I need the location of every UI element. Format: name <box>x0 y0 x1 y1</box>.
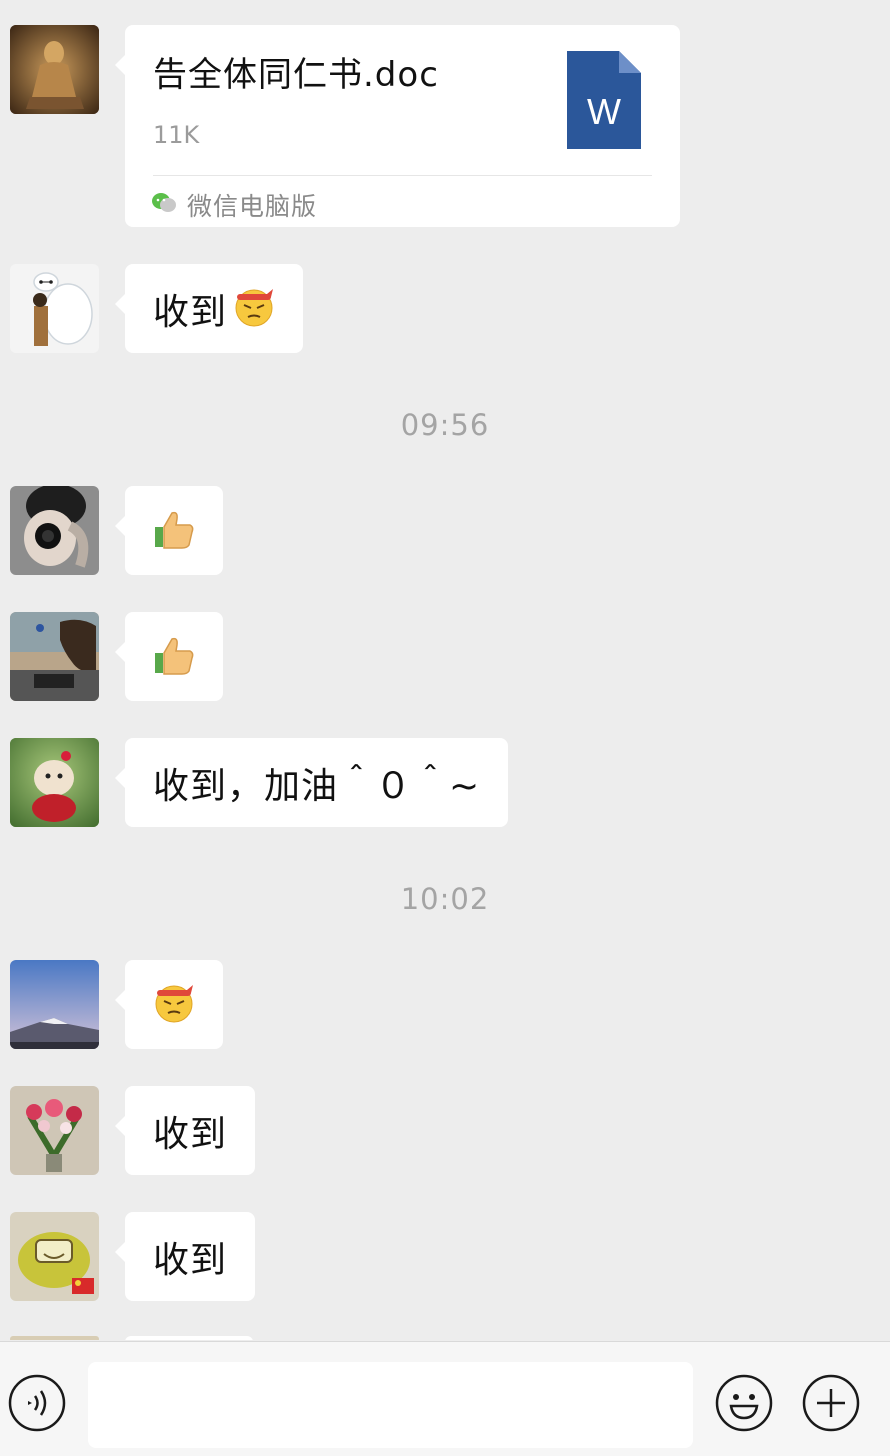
thumbs-up-emoji-icon <box>152 507 196 555</box>
avatar-partial <box>10 1336 99 1340</box>
timestamp: 10:02 <box>400 882 490 916</box>
avatar-horse-car[interactable] <box>10 612 99 701</box>
word-letter: W <box>587 91 621 132</box>
avatar-mountain[interactable] <box>10 960 99 1049</box>
avatar-photographer[interactable] <box>10 486 99 575</box>
avatar-baymax[interactable] <box>10 264 99 353</box>
emoji-bubble[interactable] <box>115 612 223 701</box>
text-bubble[interactable]: 收到 <box>114 1212 256 1301</box>
message-text: 收到 <box>153 291 228 333</box>
plus-icon <box>802 1374 860 1432</box>
avatar-cartoon-car[interactable] <box>10 1212 99 1301</box>
avatar-statue[interactable] <box>10 25 99 114</box>
message-text: 收到 <box>153 1239 228 1281</box>
text-bubble[interactable]: 收到，加油＾０＾~ <box>114 738 509 827</box>
voice-icon <box>8 1374 66 1432</box>
text-bubble[interactable]: 收到 <box>114 264 304 353</box>
frustrated-face-emoji-icon <box>233 286 275 332</box>
file-source: 微信电脑版 <box>151 187 317 223</box>
emoji-button[interactable] <box>715 1374 773 1432</box>
file-card-divider <box>153 175 652 176</box>
avatar-dog[interactable] <box>10 738 99 827</box>
text-bubble-partial <box>125 1336 253 1340</box>
file-source-label: 微信电脑版 <box>187 192 318 221</box>
voice-button[interactable] <box>8 1374 66 1432</box>
input-bar <box>0 1341 890 1456</box>
emoji-bubble[interactable] <box>115 486 223 575</box>
frustrated-face-emoji-icon <box>153 982 195 1028</box>
emoji-bubble[interactable] <box>115 960 223 1049</box>
thumbs-up-emoji-icon <box>152 633 196 681</box>
file-size: 11K <box>153 121 200 149</box>
message-input[interactable] <box>88 1362 693 1448</box>
timestamp: 09:56 <box>400 408 490 442</box>
text-bubble[interactable]: 收到 <box>114 1086 256 1175</box>
word-document-icon: W <box>567 51 641 153</box>
avatar-flowers[interactable] <box>10 1086 99 1175</box>
wechat-logo-icon <box>151 192 177 218</box>
more-button[interactable] <box>802 1374 860 1432</box>
file-name: 告全体同仁书.doc <box>153 55 439 95</box>
message-text: 收到 <box>153 1113 228 1155</box>
chat-area[interactable]: 告全体同仁书.doc 11K W 微信电脑版 收到 09:56 收到，加油＾０＾… <box>0 0 890 1340</box>
file-message-card[interactable]: 告全体同仁书.doc 11K W 微信电脑版 <box>115 25 680 227</box>
message-text: 收到，加油＾０＾~ <box>153 765 481 807</box>
emoji-icon <box>715 1374 773 1432</box>
